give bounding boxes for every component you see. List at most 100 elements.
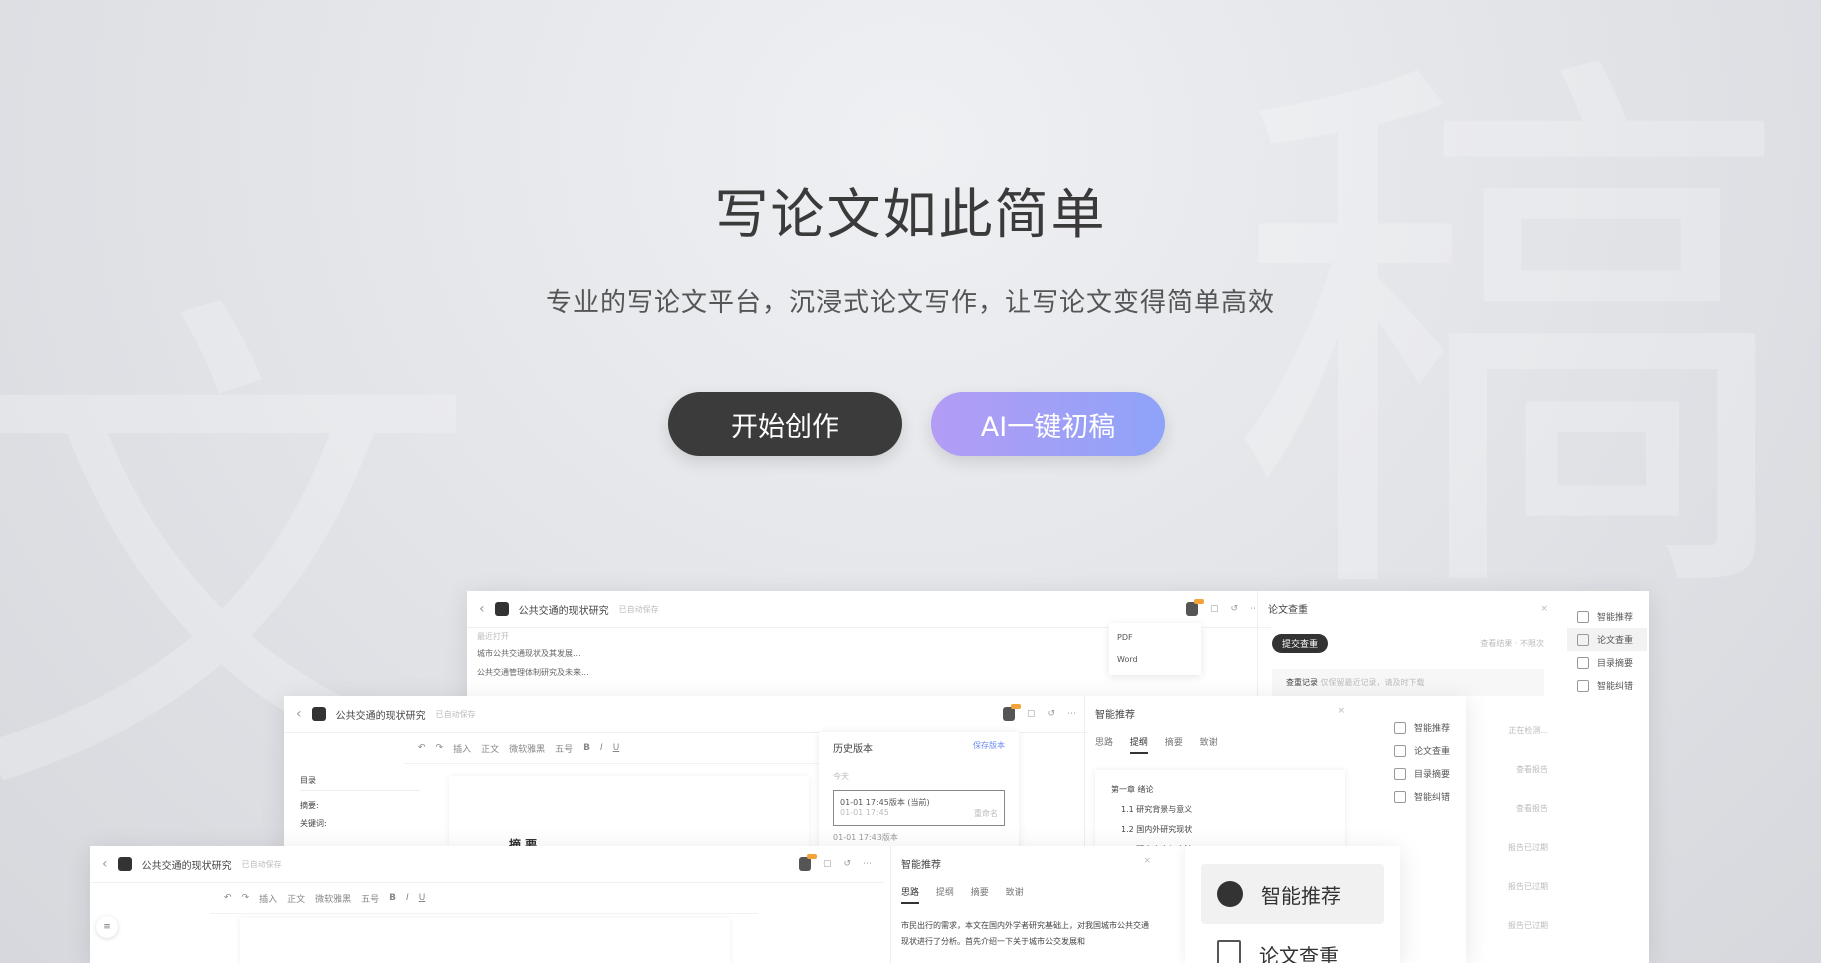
avatar[interactable] (798, 854, 817, 871)
robot-icon (1217, 881, 1243, 907)
editor-page[interactable] (240, 918, 730, 963)
bold-icon[interactable]: B (389, 893, 396, 903)
back-arrow-icon[interactable]: ‹ (102, 856, 108, 872)
bold-icon[interactable]: B (583, 743, 590, 753)
page-subtitle: 专业的写论文平台，沉浸式论文写作，让写论文变得简单高效 (545, 288, 1275, 318)
header-actions: ▢ ↺ ⋯ (798, 854, 872, 871)
style-select[interactable]: 正文 (481, 742, 499, 755)
correct-icon (1394, 790, 1406, 803)
outline-field[interactable]: 摘要: (300, 797, 420, 815)
document-title: 公共交通的现状研究 (141, 860, 232, 872)
insert-menu[interactable]: 插入 (453, 742, 471, 755)
panel-title: 历史版本 (833, 744, 873, 755)
outline-section: 1.1 研究背景与意义 (1121, 805, 1193, 814)
save-version-button[interactable]: 保存版本 (973, 740, 1005, 755)
italic-icon[interactable]: I (406, 893, 409, 903)
header-actions: ▢ ↺ ⋯ (1002, 704, 1076, 721)
tab-ideas[interactable]: 思路 (901, 885, 920, 904)
more-icon[interactable]: ⋯ (863, 859, 872, 869)
right-sidebar: 智能推荐 论文查重 目录摘要 智能纠错 (1567, 605, 1647, 697)
submit-check-button[interactable]: 提交查重 (1272, 634, 1329, 653)
tab-thanks[interactable]: 致谢 (1200, 735, 1218, 748)
record-status[interactable]: 查看报告 (1508, 789, 1548, 828)
close-icon[interactable]: × (1143, 856, 1151, 871)
sidebar-item-recommend[interactable]: 智能推荐 (1384, 716, 1466, 739)
outline-toggle-icon[interactable]: ≡ (96, 916, 118, 938)
robot-icon (1394, 721, 1406, 734)
font-select[interactable]: 微软雅黑 (315, 892, 351, 905)
tab-outline[interactable]: 提纲 (1129, 735, 1148, 754)
version-item[interactable]: 01-01 17:43版本 (833, 832, 1005, 843)
panel-title: 智能推荐 (901, 860, 941, 871)
outline-sidebar: 目录 摘要: 关键词: (300, 772, 420, 833)
tab-thanks[interactable]: 致谢 (1006, 885, 1024, 898)
check-icon (1394, 744, 1406, 757)
panel-title: 智能推荐 (1095, 710, 1135, 721)
avatar[interactable] (1185, 599, 1204, 616)
avatar[interactable] (1002, 704, 1021, 721)
back-arrow-icon[interactable]: ‹ (296, 706, 302, 722)
history-icon[interactable]: ↺ (1230, 604, 1238, 614)
sidebar-item-recommend[interactable]: 智能推荐 (1567, 605, 1647, 628)
export-word-item[interactable]: Word (1117, 649, 1193, 671)
recent-item[interactable]: 公共交通管理体制研究及未来... (477, 667, 607, 678)
insert-menu[interactable]: 插入 (259, 892, 277, 905)
tab-abstract[interactable]: 摘要 (971, 885, 989, 898)
close-icon[interactable]: × (1540, 604, 1548, 614)
tab-outline[interactable]: 提纲 (936, 885, 954, 898)
size-select[interactable]: 五号 (361, 892, 379, 905)
page-title: 写论文如此简单 (714, 183, 1107, 246)
size-select[interactable]: 五号 (555, 742, 573, 755)
recent-files-dropdown: 最近打开 城市公共交通现状及其发展... 公共交通管理体制研究及未来... (477, 631, 607, 678)
sidebar-item-check[interactable]: 论文查重 (1384, 739, 1466, 762)
ai-draft-button[interactable]: AI一键初稿 (931, 392, 1165, 456)
recommend-icon (1577, 610, 1589, 623)
autosave-status: 已自动保存 (241, 859, 282, 869)
sidebar-item-summary[interactable]: 目录摘要 (1384, 762, 1466, 785)
start-writing-button[interactable]: 开始创作 (668, 392, 902, 456)
undo-icon[interactable]: ↶ (418, 743, 426, 753)
document-icon (1217, 940, 1241, 963)
sidebar-item-correct[interactable]: 智能纠错 (1384, 785, 1466, 808)
sidebar-item-correct[interactable]: 智能纠错 (1567, 674, 1647, 697)
underline-icon[interactable]: U (613, 743, 620, 753)
export-icon[interactable]: ▢ (823, 859, 832, 869)
menu-item-check[interactable]: 论文查重 (1201, 934, 1384, 963)
close-icon[interactable]: × (1337, 706, 1345, 721)
tab-ideas[interactable]: 思路 (1095, 735, 1113, 748)
outline-chapter: 第一章 绪论 (1111, 785, 1154, 794)
back-arrow-icon[interactable]: ‹ (479, 601, 485, 617)
export-pdf-item[interactable]: PDF (1117, 627, 1193, 649)
redo-icon[interactable]: ↷ (436, 743, 444, 753)
undo-icon[interactable]: ↶ (224, 893, 232, 903)
recent-item[interactable]: 城市公共交通现状及其发展... (477, 648, 607, 659)
logo-icon (494, 602, 509, 616)
sidebar-item-check[interactable]: 论文查重 (1567, 628, 1647, 651)
more-icon[interactable]: ⋯ (1067, 709, 1076, 719)
version-item-current[interactable]: 01-01 17:45版本 (当前) 01-01 17:45 重命名 (833, 790, 1005, 826)
rename-button[interactable]: 重命名 (974, 808, 998, 819)
recent-label: 最近打开 (477, 632, 509, 641)
panel-title: 论文查重 (1268, 605, 1308, 616)
sidebar-item-summary[interactable]: 目录摘要 (1567, 651, 1647, 674)
history-icon[interactable]: ↺ (843, 859, 851, 869)
redo-icon[interactable]: ↷ (242, 893, 250, 903)
export-icon[interactable]: ▢ (1027, 709, 1036, 719)
record-status[interactable]: 查看报告 (1508, 750, 1548, 789)
underline-icon[interactable]: U (419, 893, 426, 903)
style-select[interactable]: 正文 (287, 892, 305, 905)
window-header: ‹ 公共交通的现状研究 已自动保存 ▢ ↺ ⋯ (284, 696, 1088, 733)
history-icon[interactable]: ↺ (1047, 709, 1055, 719)
big-side-menu: 智能推荐 论文查重 (1185, 846, 1400, 963)
outline-label: 目录 (300, 772, 420, 791)
right-sidebar: 智能推荐 论文查重 目录摘要 智能纠错 (1384, 716, 1466, 808)
record-status: 报告已过期 (1508, 882, 1548, 891)
export-icon[interactable]: ▢ (1210, 604, 1219, 614)
header-actions: ▢ ↺ ⋯ (1185, 599, 1259, 616)
font-select[interactable]: 微软雅黑 (509, 742, 545, 755)
window-header: ‹ 公共交通的现状研究 已自动保存 ▢ ↺ ⋯ (90, 846, 884, 883)
outline-field[interactable]: 关键词: (300, 815, 420, 833)
tab-abstract[interactable]: 摘要 (1165, 735, 1183, 748)
menu-item-recommend[interactable]: 智能推荐 (1201, 864, 1384, 924)
italic-icon[interactable]: I (600, 743, 603, 753)
